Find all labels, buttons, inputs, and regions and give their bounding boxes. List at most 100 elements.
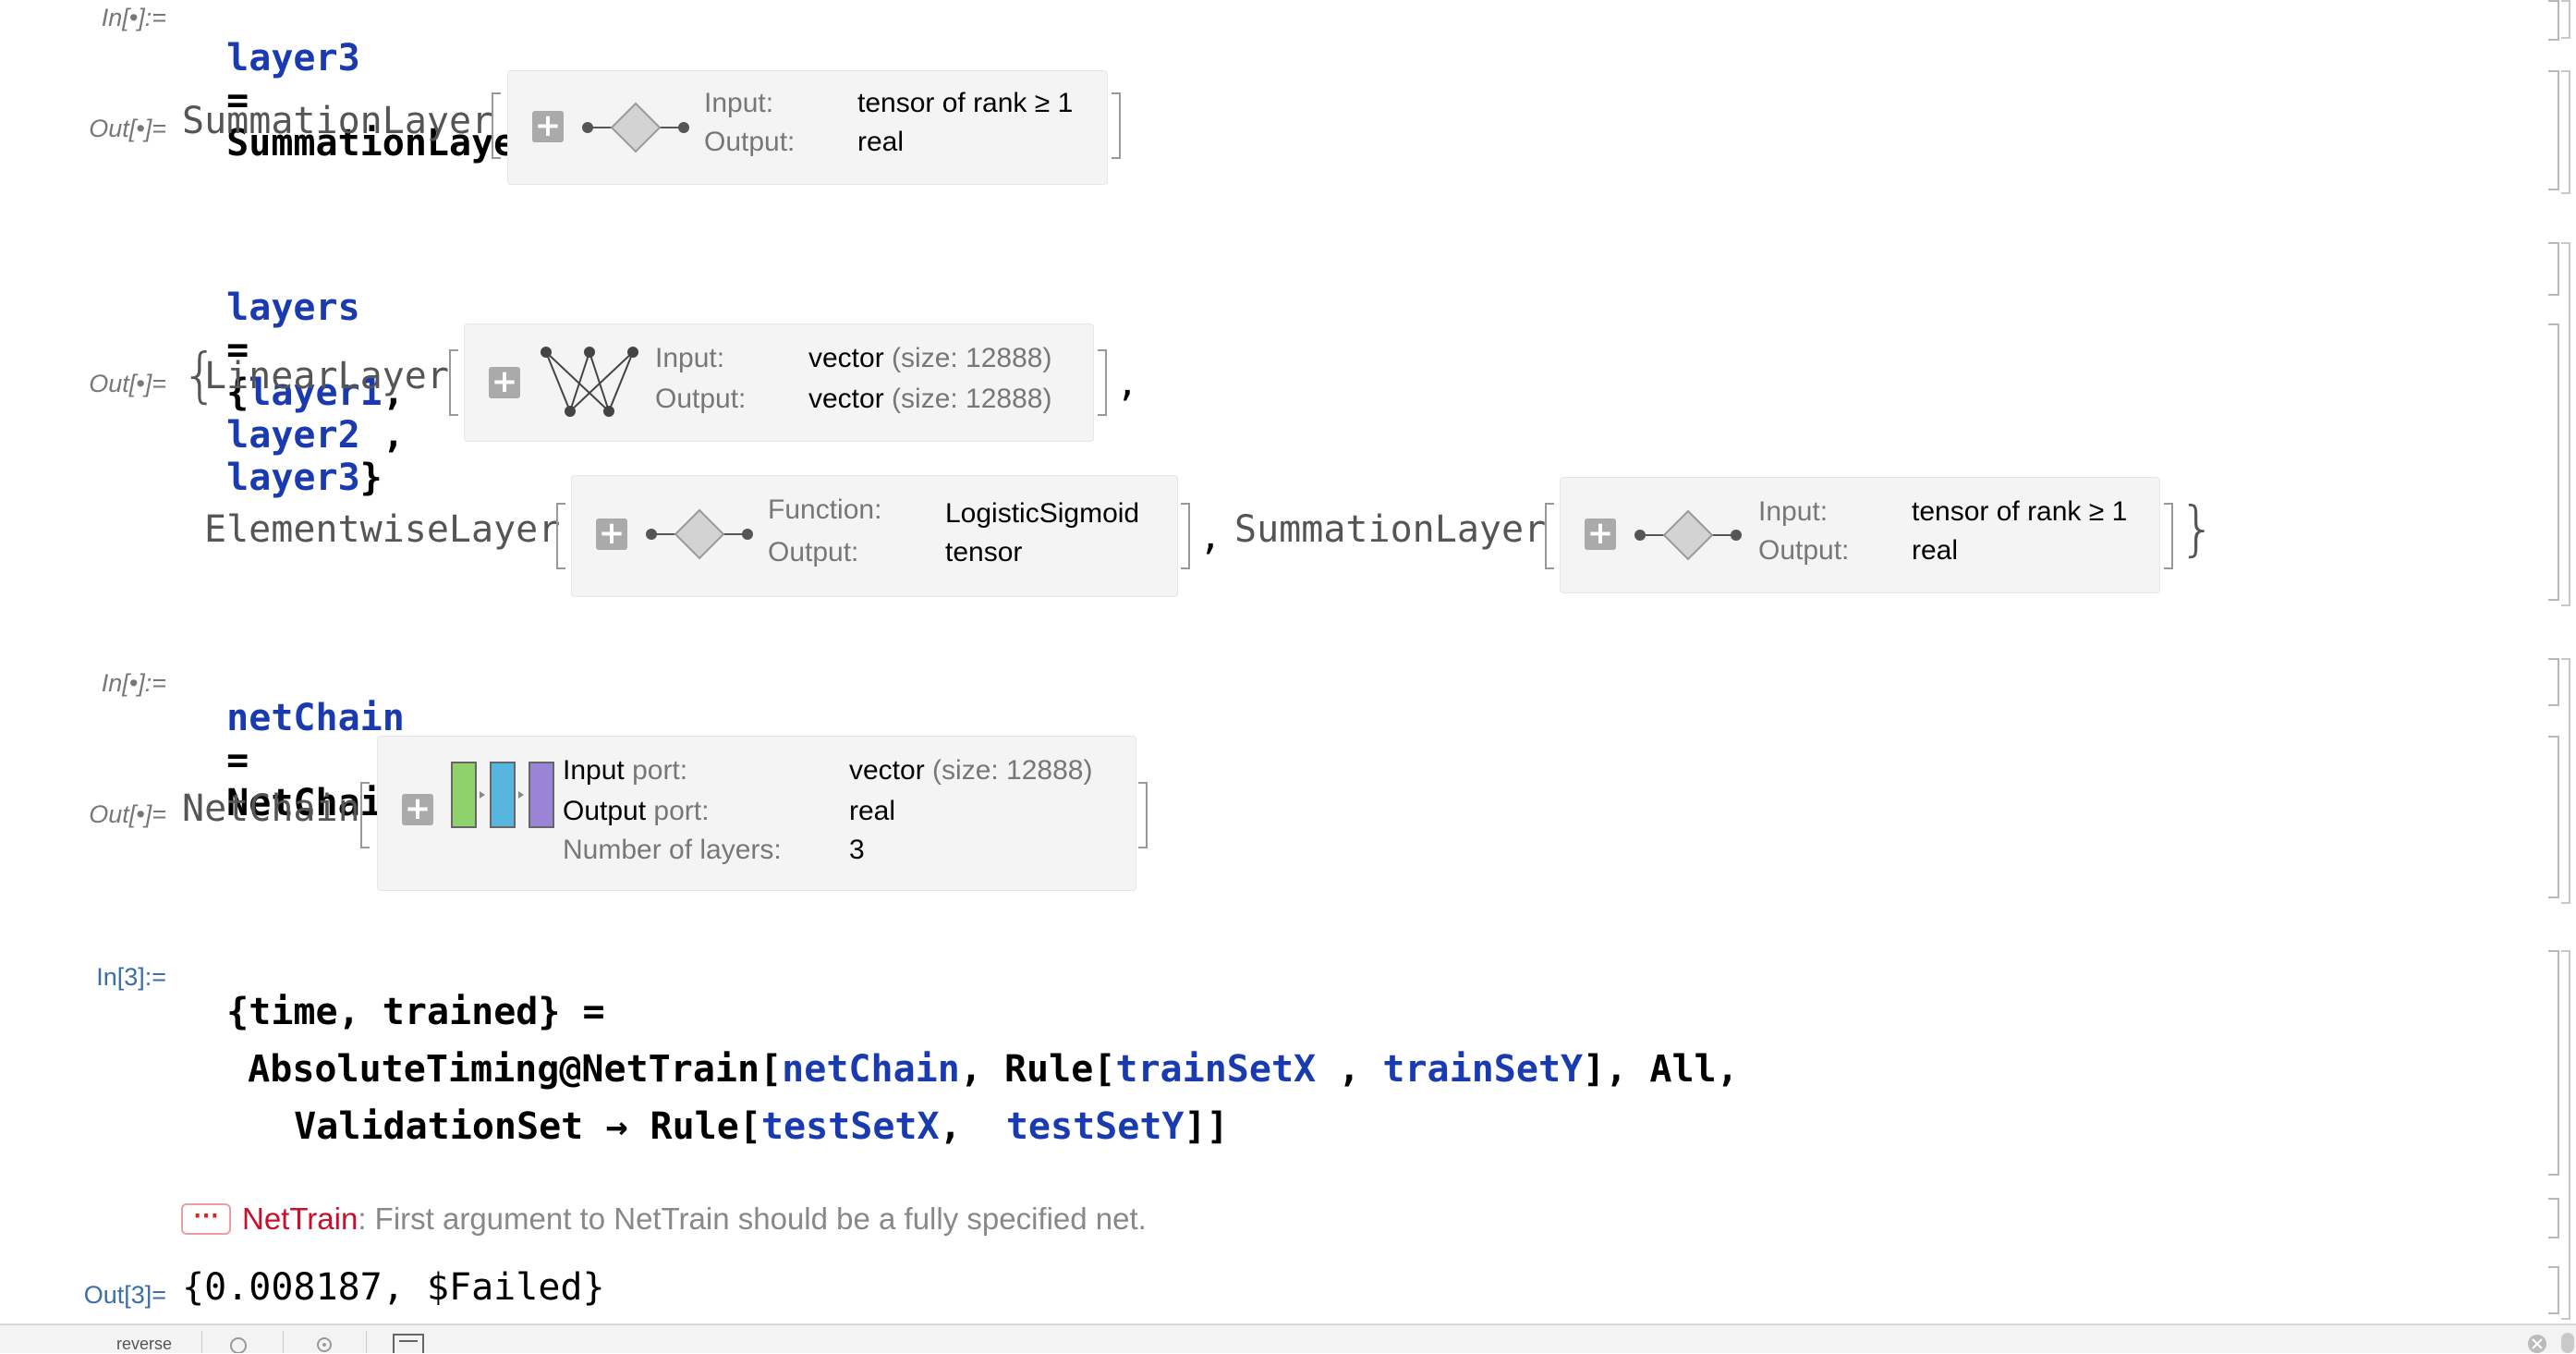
elementwise-layer-icon — [646, 508, 753, 560]
group-bracket[interactable] — [2561, 0, 2570, 39]
expand-icon[interactable]: + — [532, 110, 564, 142]
linear-layer-panel[interactable]: + Input: vector (size: 12888) Output: ve… — [464, 323, 1094, 442]
open-bracket — [1545, 503, 1554, 569]
output-key: Output: — [704, 127, 796, 157]
history-icon[interactable] — [227, 1335, 249, 1353]
input-port-key: Input port: — [563, 755, 688, 786]
error-message: NetTrain: First argument to NetTrain sho… — [242, 1202, 1147, 1237]
symbol-layer3: layer3 — [226, 37, 360, 79]
symbol-trainsety: trainSetY — [1382, 1048, 1584, 1091]
message-icon[interactable]: ⋯ — [181, 1202, 231, 1235]
comma: , — [1116, 362, 1139, 405]
input-key: Input: — [1758, 496, 1829, 527]
toolbar-divider — [366, 1331, 367, 1353]
output-value: real — [857, 127, 905, 157]
cell-bracket[interactable] — [2548, 1266, 2559, 1314]
cell-bracket[interactable] — [2548, 1198, 2559, 1238]
symbol-layer2: layer2 — [226, 414, 360, 457]
input-key: Input: — [655, 343, 725, 373]
comma: , — [1199, 516, 1222, 558]
input-label: In[•]:= — [101, 4, 166, 31]
cell-bracket[interactable] — [2548, 658, 2559, 706]
netchain-head: NetChain — [182, 787, 360, 830]
message-text: : First argument to NetTrain should be a… — [358, 1202, 1147, 1236]
output-port-key: Output port: — [563, 796, 710, 826]
output-head: SummationLayer — [182, 100, 494, 142]
expand-icon[interactable]: + — [402, 793, 433, 825]
toolbar-divider — [283, 1331, 284, 1353]
output-label: Out[•]= — [89, 370, 166, 397]
summation-layer-panel[interactable]: + Input: tensor of rank ≥ 1 Output: real — [1560, 477, 2160, 593]
scrollbar-thumb[interactable] — [2561, 1333, 2574, 1353]
input-value: tensor of rank ≥ 1 — [857, 88, 1074, 118]
open-bracket — [492, 92, 501, 159]
expand-icon[interactable]: + — [489, 366, 520, 398]
group-bracket[interactable] — [2561, 658, 2570, 904]
group-bracket[interactable] — [2561, 70, 2570, 194]
cell-bracket[interactable] — [2548, 950, 2559, 1176]
close-bracket — [1098, 349, 1107, 416]
netchain-panel[interactable]: + Input port: vector (size: 12888) Outpu… — [377, 736, 1136, 891]
input-value: vector (size: 12888) — [808, 343, 1052, 373]
expand-icon[interactable]: + — [596, 518, 627, 550]
output-key: Output: — [768, 537, 859, 567]
equals-sign: = — [226, 739, 249, 782]
toolbar-divider — [201, 1331, 202, 1353]
symbol-layers: layers — [226, 287, 360, 329]
symbol-testsetx: testSetX — [760, 1105, 940, 1148]
open-bracket — [449, 349, 458, 416]
number-of-layers-value: 3 — [849, 835, 865, 865]
group-bracket[interactable] — [2561, 242, 2570, 606]
linear-layer-icon — [541, 347, 638, 417]
input-value: tensor of rank ≥ 1 — [1912, 496, 2128, 527]
function-name: Rule[ — [650, 1105, 761, 1148]
open-bracket — [556, 503, 565, 569]
input-label: In[3]:= — [96, 963, 166, 991]
close-brace: } — [359, 457, 383, 499]
rule-arrow: → — [583, 1105, 650, 1148]
output-value: {0.008187, $Failed} — [182, 1266, 605, 1309]
gear-icon[interactable] — [312, 1333, 336, 1353]
netchain-layers-icon — [451, 762, 554, 828]
output-port-value: real — [849, 796, 896, 826]
expand-icon[interactable]: + — [1585, 518, 1616, 550]
cell-bracket[interactable] — [2548, 0, 2559, 41]
cell-bracket[interactable] — [2548, 242, 2559, 296]
notes-icon[interactable] — [392, 1333, 425, 1353]
cell-bracket[interactable] — [2548, 323, 2559, 601]
output-value: real — [1912, 535, 1959, 566]
output-label: Out[•]= — [89, 115, 166, 142]
message-name: NetTrain — [242, 1202, 358, 1236]
separator: , — [939, 1105, 1006, 1148]
summation-layer-panel[interactable]: + Input: tensor of rank ≥ 1 Output: real — [507, 70, 1108, 185]
open-bracket — [360, 782, 370, 848]
input-code-line-3[interactable]: ValidationSet → Rule[testSetX, testSetY]… — [249, 1063, 1229, 1148]
elementwise-layer-head: ElementwiseLayer — [204, 508, 561, 551]
summation-layer-icon — [1634, 509, 1742, 561]
close-bracket — [1138, 782, 1148, 848]
close-icon[interactable] — [2526, 1333, 2548, 1353]
summation-layer-head: SummationLayer — [1234, 508, 1547, 551]
input-port-value: vector (size: 12888) — [849, 755, 1093, 786]
elementwise-layer-panel[interactable]: + Function: LogisticSigmoid Output: tens… — [571, 475, 1178, 597]
output-value: tensor — [945, 537, 1023, 567]
close-bracket — [1112, 92, 1121, 159]
summation-layer-icon — [582, 102, 689, 153]
output-key: Output: — [655, 384, 747, 414]
tail: ]] — [1184, 1105, 1229, 1148]
tail: ], All, — [1583, 1048, 1739, 1091]
separator: , — [1316, 1048, 1383, 1091]
symbol-netchain: netChain — [226, 697, 405, 739]
group-bracket[interactable] — [2561, 950, 2570, 1320]
output-key: Output: — [1758, 535, 1850, 566]
function-key: Function: — [768, 494, 882, 525]
close-bracket — [1181, 503, 1190, 569]
option-name: ValidationSet — [294, 1105, 584, 1148]
comma: , — [382, 414, 405, 457]
cell-bracket[interactable] — [2548, 736, 2559, 898]
bottom-toolbar: reverse — [0, 1324, 2576, 1353]
linear-layer-head: LinearLayer — [204, 355, 449, 397]
number-of-layers-key: Number of layers: — [563, 835, 782, 865]
cell-bracket[interactable] — [2548, 70, 2559, 190]
output-value: vector (size: 12888) — [808, 384, 1052, 414]
